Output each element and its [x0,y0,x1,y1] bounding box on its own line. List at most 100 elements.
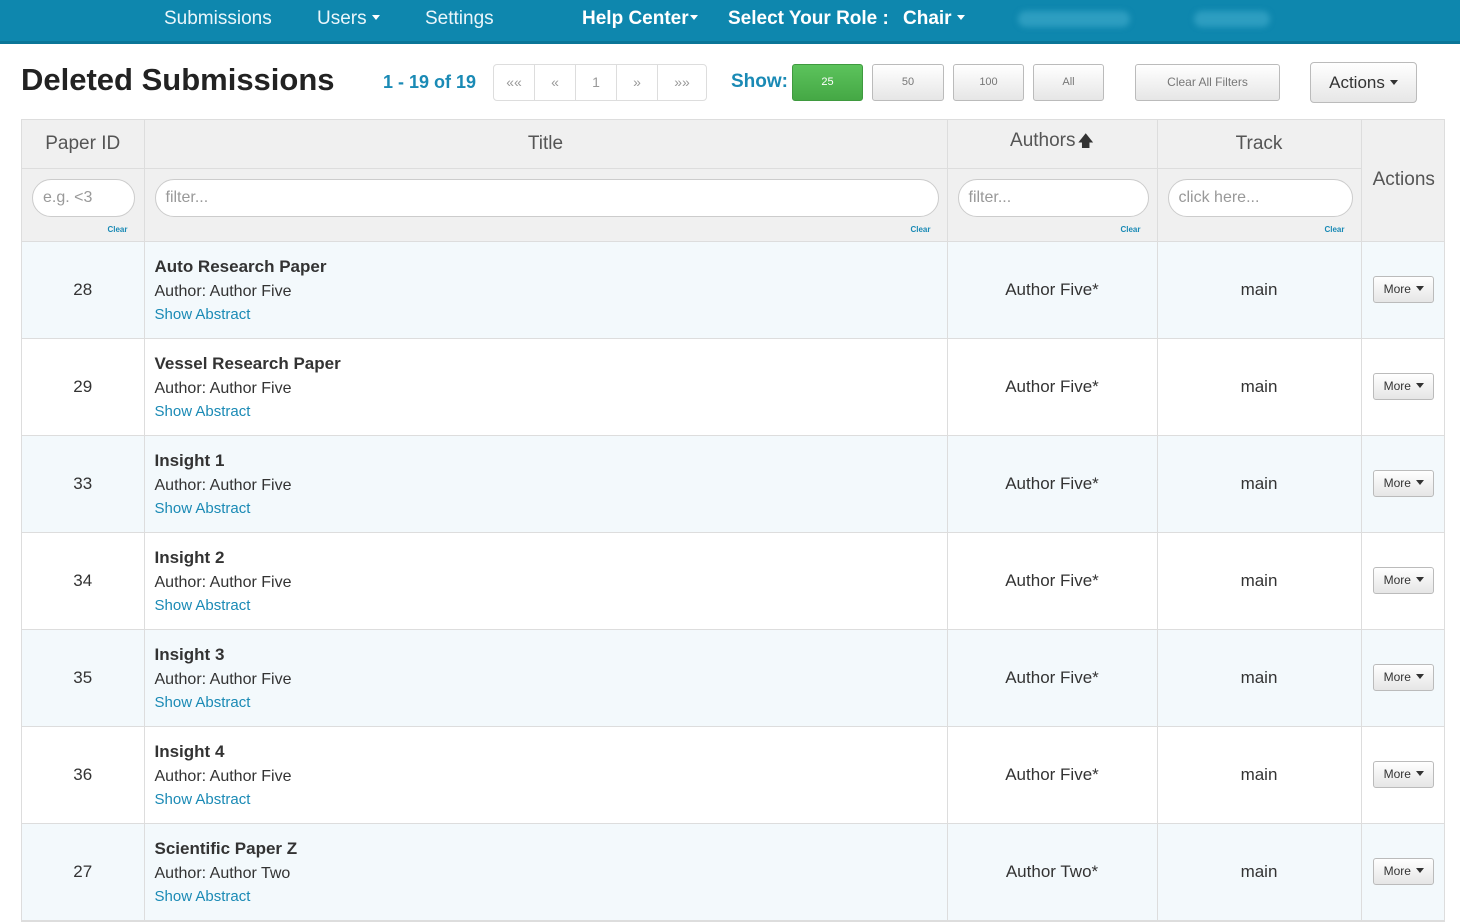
title-cell: Insight 3 Author: Author Five Show Abstrac… [144,629,948,727]
title-cell: Insight 1 Author: Author Five Show Abstrac… [144,435,948,533]
paper-author: Author: Author Five [155,477,947,495]
col-title[interactable]: Title [144,120,948,169]
paper-title: Scientific Paper Z [154,838,298,858]
clear-authors-filter[interactable]: Clear [1120,225,1140,234]
show-100-button[interactable]: 100 [953,64,1024,101]
paper-title: Auto Research Paper [154,256,327,276]
paper-id-cell: 35 [22,629,145,727]
show-abstract-link[interactable]: Show Abstract [155,694,947,711]
authors-filter-input[interactable]: filter... [957,178,1149,217]
chevron-down-icon [689,14,698,20]
paper-title: Insight 3 [154,644,225,664]
nav-users[interactable]: Users [317,7,380,31]
paper-id-cell: 34 [22,532,145,630]
show-25-button[interactable]: 25 [792,64,863,101]
nav-help-center[interactable]: Help Center [582,7,698,31]
clear-all-filters-button[interactable]: Clear All Filters [1135,64,1280,101]
more-button[interactable]: More [1373,664,1435,691]
actions-button[interactable]: Actions [1310,62,1417,103]
clear-track-filter[interactable]: Clear [1324,225,1344,234]
track-cell: main [1157,629,1362,727]
show-50-button[interactable]: 50 [872,64,944,101]
more-label: More [1383,379,1411,393]
track-cell: main [1157,726,1362,824]
paper-id-filter-input[interactable]: e.g. <3 [32,178,135,217]
page-title: Deleted Submissions [21,62,335,97]
role-dropdown[interactable]: Chair [903,7,965,31]
paper-id-cell: 29 [22,338,145,436]
paper-id-cell: 27 [22,823,145,921]
more-button[interactable]: More [1373,761,1435,788]
chevron-down-icon [1415,770,1424,776]
authors-cell: Author Five* [947,629,1158,727]
show-abstract-link[interactable]: Show Abstract [155,888,947,905]
clear-title-filter[interactable]: Clear [910,225,930,234]
show-abstract-link[interactable]: Show Abstract [155,791,947,808]
authors-cell: Author Five* [947,241,1158,339]
more-label: More [1383,767,1411,781]
author-prefix: Author: [154,864,207,882]
authors-cell: Author Five* [947,435,1158,533]
next-page-button[interactable]: » [617,65,658,100]
first-page-button[interactable]: «« [494,65,535,100]
last-page-button[interactable]: »» [658,65,706,100]
more-label: More [1383,282,1411,296]
show-abstract-link[interactable]: Show Abstract [155,500,947,517]
more-button[interactable]: More [1373,373,1435,400]
show-abstract-link[interactable]: Show Abstract [155,403,947,420]
table-row: 29 Vessel Research Paper Author: Author Fi… [22,338,1444,436]
clear-paper-id-filter[interactable]: Clear [107,225,127,234]
actions-cell: More [1361,532,1444,630]
more-button[interactable]: More [1373,470,1435,497]
more-button[interactable]: More [1373,567,1435,594]
chevron-down-icon [1415,867,1424,873]
nav-submissions[interactable]: Submissions [164,7,272,31]
more-button[interactable]: More [1373,858,1435,885]
nav-help-center-label: Help Center [582,8,689,29]
top-nav: Submissions Users Settings Help Center S… [0,0,1460,44]
authors-cell: Author Two* [947,823,1158,921]
nav-settings[interactable]: Settings [425,7,494,31]
paper-author: Author: Author Five [155,283,947,301]
title-filter-input[interactable]: filter... [154,178,939,217]
more-button[interactable]: More [1373,276,1435,303]
more-label: More [1383,476,1411,490]
author-name: Author Two [209,864,291,882]
more-label: More [1383,864,1411,878]
col-track[interactable]: Track [1157,120,1362,169]
prev-page-button[interactable]: « [535,65,576,100]
actions-cell: More [1361,629,1444,727]
col-authors[interactable]: Authors 🡅 [947,120,1158,169]
actions-label: Actions [1329,73,1385,92]
page-1-button[interactable]: 1 [576,65,617,100]
show-abstract-link[interactable]: Show Abstract [155,306,947,323]
role-value: Chair [903,8,952,29]
table-row: 35 Insight 3 Author: Author Five Show Abstr… [22,629,1444,727]
paper-title: Insight 1 [154,450,225,470]
more-label: More [1383,670,1411,684]
author-name: Author Five [209,573,292,591]
authors-cell: Author Five* [947,726,1158,824]
track-cell: main [1157,532,1362,630]
track-filter-input[interactable]: click here... [1167,178,1353,217]
table-row: 33 Insight 1 Author: Author Five Show Abstr… [22,435,1444,533]
author-prefix: Author: [154,282,207,300]
chevron-down-icon [1415,285,1424,291]
show-all-button[interactable]: All [1033,64,1104,101]
filter-cell-authors: filter... Clear [947,168,1158,242]
table-row: 28 Auto Research Paper Author: Author Five… [22,241,1444,339]
pagination: «« « 1 » »» [493,64,707,101]
author-name: Author Five [209,282,292,300]
more-label: More [1383,573,1411,587]
paper-author: Author: Author Five [155,380,947,398]
show-abstract-link[interactable]: Show Abstract [155,597,947,614]
chevron-down-icon [1415,382,1424,388]
track-cell: main [1157,823,1362,921]
sort-ascending-icon: 🡅 [1077,133,1094,151]
chevron-down-icon [1389,79,1398,85]
chevron-down-icon [1415,576,1424,582]
paper-title: Insight 2 [154,547,225,567]
chevron-down-icon [956,14,965,20]
paper-author: Author: Author Five [155,671,947,689]
col-paper-id[interactable]: Paper ID [22,120,145,169]
